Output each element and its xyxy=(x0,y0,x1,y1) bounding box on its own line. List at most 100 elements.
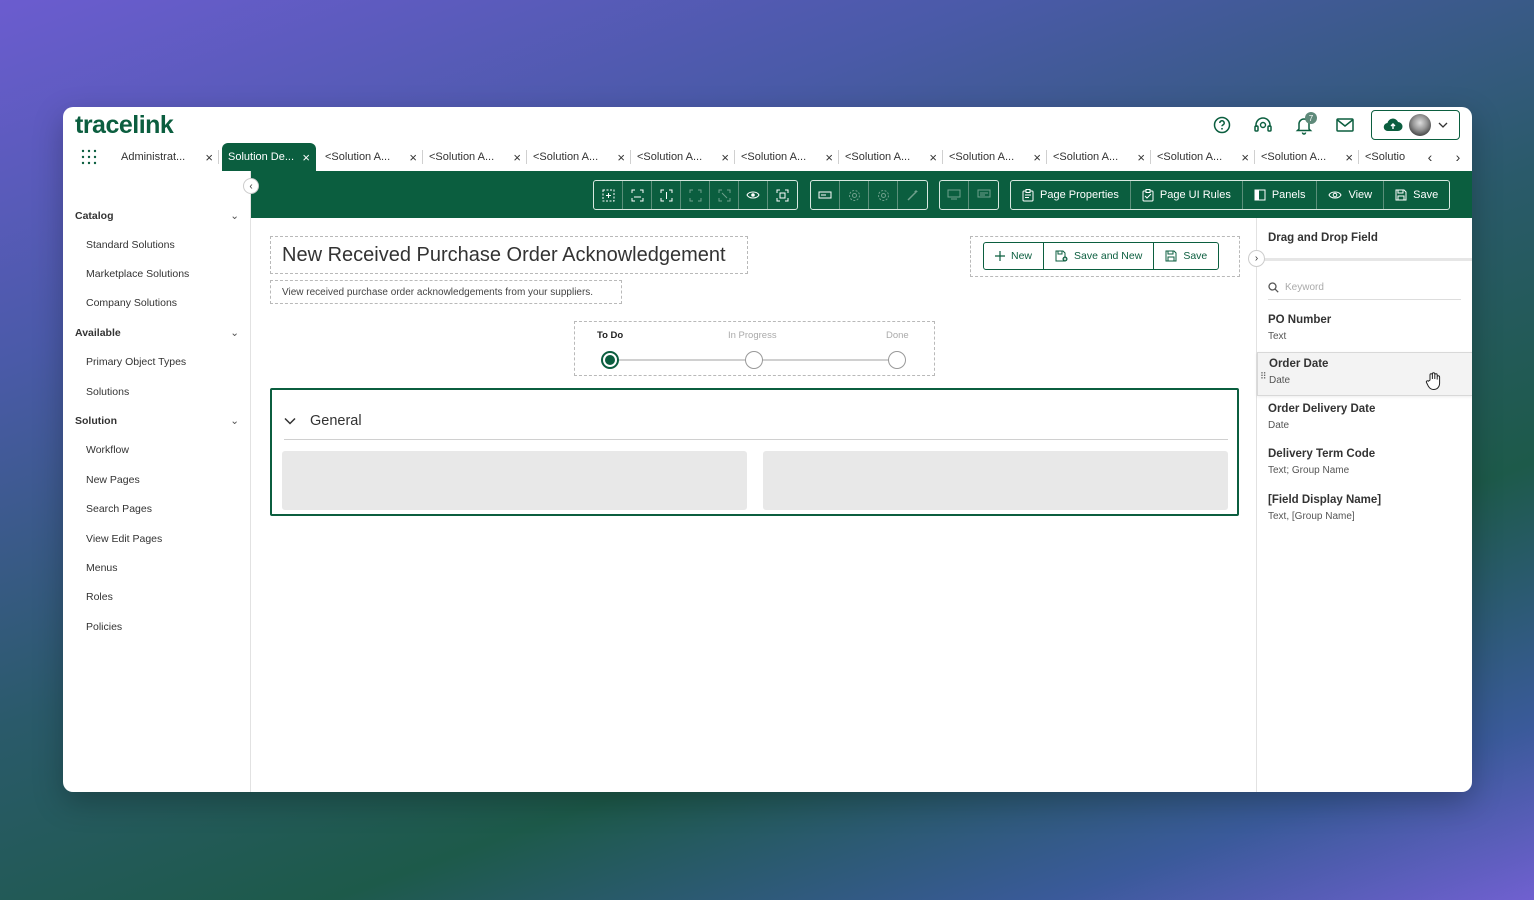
close-icon[interactable]: × xyxy=(929,150,937,165)
view-button[interactable]: View xyxy=(1317,181,1385,209)
eye-icon[interactable] xyxy=(739,181,768,209)
add-section-icon[interactable] xyxy=(594,181,623,209)
fit-screen-icon[interactable] xyxy=(768,181,797,209)
step-dot-in-progress[interactable] xyxy=(745,351,763,369)
close-icon[interactable]: × xyxy=(617,150,625,165)
mail-icon[interactable] xyxy=(1324,110,1365,140)
sidebar-item-search-pages[interactable]: Search Pages xyxy=(86,503,152,515)
close-icon[interactable]: × xyxy=(1241,150,1249,165)
sidebar-item-company-solutions[interactable]: Company Solutions xyxy=(86,297,177,309)
support-icon[interactable] xyxy=(1242,110,1283,140)
collapse-icon[interactable] xyxy=(710,181,739,209)
rule-list-icon[interactable] xyxy=(969,181,998,209)
sidebar-item-view-edit-pages[interactable]: View Edit Pages xyxy=(86,533,162,545)
tab-solution-a[interactable]: <Solution A... × xyxy=(319,143,423,171)
page-title[interactable]: New Received Purchase Order Acknowledgem… xyxy=(270,236,748,274)
sidebar-section-catalog[interactable]: Catalog ⌄ xyxy=(75,210,239,222)
page-properties-button[interactable]: Page Properties xyxy=(1011,181,1131,209)
tab-solution-a[interactable]: <Solution A... × xyxy=(839,143,943,171)
field-item-order-delivery-date[interactable]: Order Delivery Date Date xyxy=(1257,398,1472,442)
save-page-button[interactable]: Save xyxy=(1154,243,1218,269)
close-icon[interactable]: × xyxy=(302,150,310,165)
chevron-down-icon[interactable] xyxy=(284,417,296,425)
page-subtitle[interactable]: View received purchase order acknowledge… xyxy=(270,280,622,304)
input-field-icon[interactable] xyxy=(811,181,840,209)
field-placeholder[interactable] xyxy=(282,451,747,510)
sidebar-item-roles[interactable]: Roles xyxy=(86,591,113,603)
help-icon[interactable] xyxy=(1201,110,1242,140)
tab-solution-a[interactable]: <Solution A... × xyxy=(1151,143,1255,171)
close-icon[interactable]: × xyxy=(1345,150,1353,165)
panel-toggle-button[interactable]: › xyxy=(1248,250,1265,267)
tab-solution-designer[interactable]: Solution De... × xyxy=(222,143,316,171)
close-icon[interactable]: × xyxy=(409,150,417,165)
tab-solution-a[interactable]: <Solution A... × xyxy=(423,143,527,171)
tab-solution-a[interactable]: <Solution A... × xyxy=(527,143,631,171)
tab-bar: Administrat... × Solution De... × <Solutio… xyxy=(63,143,1472,171)
add-row-icon[interactable] xyxy=(623,181,652,209)
expand-icon[interactable] xyxy=(681,181,710,209)
tab-label: <Solution A... xyxy=(533,151,599,163)
close-icon[interactable]: × xyxy=(1137,150,1145,165)
field-item-delivery-term-code[interactable]: Delivery Term Code Text; Group Name xyxy=(1257,443,1472,487)
add-column-icon[interactable] xyxy=(652,181,681,209)
tab-solution-a[interactable]: <Solution A... × xyxy=(943,143,1047,171)
close-icon[interactable]: × xyxy=(721,150,729,165)
field-panel: › Drag and Drop Field Keyword PO Number … xyxy=(1248,218,1472,792)
panels-button[interactable]: Panels xyxy=(1243,181,1318,209)
tracelink-logo[interactable]: tracelink xyxy=(75,111,174,140)
page-actions-group: Page Properties Page UI Rules Panels Vie… xyxy=(1010,180,1451,210)
page-ui-rules-button[interactable]: Page UI Rules xyxy=(1131,181,1243,209)
field-placeholder[interactable] xyxy=(763,451,1228,510)
gear-icon[interactable] xyxy=(840,181,869,209)
profile-menu-button[interactable] xyxy=(1371,110,1460,140)
save-and-new-button[interactable]: Save and New xyxy=(1044,243,1155,269)
rule-icon[interactable] xyxy=(940,181,969,209)
field-type: Text xyxy=(1268,331,1287,342)
section-header[interactable]: General xyxy=(284,402,1228,440)
tab-label: <Solution A... xyxy=(637,151,703,163)
drag-handle-icon[interactable]: ⠿ xyxy=(1260,371,1267,382)
wand-icon[interactable] xyxy=(898,181,927,209)
tab-solution-a[interactable]: <Solution A... × xyxy=(1047,143,1151,171)
field-item-order-date[interactable]: ⠿ Order Date Date xyxy=(1257,352,1472,396)
tab-solution-a[interactable]: <Solution A... × xyxy=(631,143,735,171)
notification-badge: 7 xyxy=(1305,112,1317,124)
tab-solution-a[interactable]: <Solution A... × xyxy=(735,143,839,171)
sidebar-item-workflow[interactable]: Workflow xyxy=(86,444,129,456)
chevron-left-icon[interactable]: ‹ xyxy=(1428,149,1433,165)
search-input[interactable]: Keyword xyxy=(1285,282,1324,293)
general-section[interactable]: General xyxy=(270,388,1239,516)
close-icon[interactable]: × xyxy=(825,150,833,165)
chevron-right-icon[interactable]: › xyxy=(1456,149,1461,165)
field-item-field-display-name[interactable]: [Field Display Name] Text, [Group Name] xyxy=(1257,489,1472,533)
status-stepper[interactable]: To Do In Progress Done xyxy=(574,321,935,376)
sidebar-section-available[interactable]: Available ⌄ xyxy=(75,327,239,339)
page-actions-container[interactable]: New Save and New Save xyxy=(970,236,1240,277)
sidebar-item-new-pages[interactable]: New Pages xyxy=(86,474,140,486)
sidebar-item-policies[interactable]: Policies xyxy=(86,621,122,633)
sidebar-section-solution[interactable]: Solution ⌄ xyxy=(75,415,239,427)
button-label: Save xyxy=(1183,250,1208,262)
sidebar-collapse-button[interactable]: ‹ xyxy=(243,178,259,194)
step-dot-todo[interactable] xyxy=(601,351,619,369)
sidebar-item-marketplace-solutions[interactable]: Marketplace Solutions xyxy=(86,268,189,280)
step-dot-done[interactable] xyxy=(888,351,906,369)
tab-solution-a[interactable]: <Solution A... × xyxy=(1255,143,1359,171)
tab-administration[interactable]: Administrat... × xyxy=(115,143,219,171)
new-button[interactable]: New xyxy=(984,243,1045,269)
bell-icon[interactable]: 7 xyxy=(1283,110,1324,140)
save-button[interactable]: Save xyxy=(1384,181,1449,209)
keyword-search[interactable]: Keyword xyxy=(1268,276,1461,300)
sidebar-item-primary-object-types[interactable]: Primary Object Types xyxy=(86,356,186,368)
app-launcher-button[interactable] xyxy=(63,143,115,171)
sidebar-item-menus[interactable]: Menus xyxy=(86,562,118,574)
clipboard-icon xyxy=(1022,188,1034,201)
close-icon[interactable]: × xyxy=(1033,150,1041,165)
close-icon[interactable]: × xyxy=(205,150,213,165)
close-icon[interactable]: × xyxy=(513,150,521,165)
field-item-po-number[interactable]: PO Number Text xyxy=(1257,309,1472,353)
gear-icon[interactable] xyxy=(869,181,898,209)
sidebar-item-solutions[interactable]: Solutions xyxy=(86,386,129,398)
sidebar-item-standard-solutions[interactable]: Standard Solutions xyxy=(86,239,175,251)
